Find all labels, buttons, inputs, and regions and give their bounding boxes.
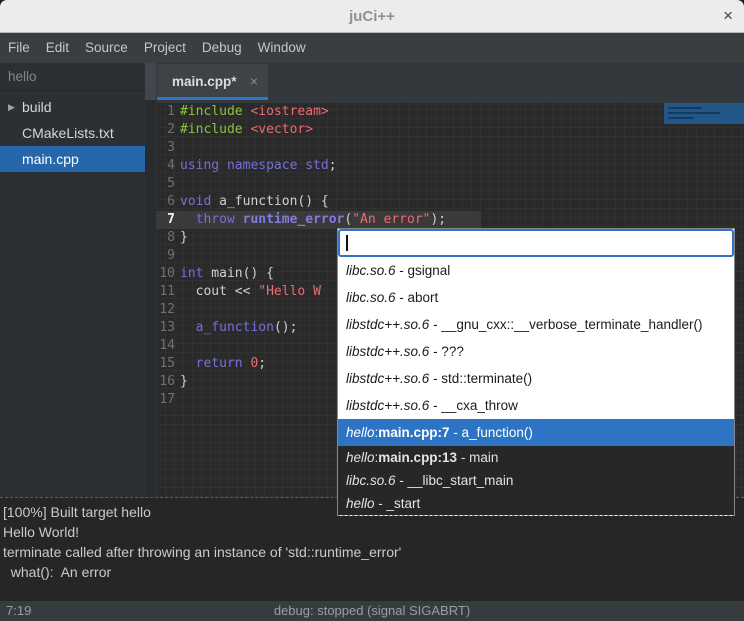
line-number: 3: [156, 139, 175, 157]
tab-main-cpp[interactable]: main.cpp* ×: [157, 64, 268, 100]
code-text: cout << "Hello W: [180, 283, 321, 301]
editor-line[interactable]: 6 void a_function() {: [156, 193, 744, 211]
backtrace-item[interactable]: libc.so.6 - gsignal: [338, 257, 734, 284]
sidebar-scrollbar[interactable]: [145, 63, 156, 497]
editor-line[interactable]: 2 #include <vector>: [156, 121, 744, 139]
code-text: int main() {: [180, 265, 274, 283]
line-number: 13: [156, 319, 175, 337]
output-line: what(): An error: [3, 562, 744, 582]
editor-line[interactable]: 1 #include <iostream>: [156, 103, 744, 121]
debug-status: debug: stopped (signal SIGABRT): [0, 601, 744, 621]
text-caret: [346, 235, 348, 251]
editor-line[interactable]: 7 throw runtime_error("An error");: [156, 211, 744, 229]
menu-item-edit[interactable]: Edit: [46, 33, 69, 63]
line-number: 6: [156, 193, 175, 211]
backtrace-item[interactable]: libc.so.6 - abort: [338, 284, 734, 311]
backtrace-search-input[interactable]: [338, 229, 734, 257]
juci-window: juCi++ × File Edit Source Project Debug Windo…: [0, 0, 744, 621]
backtrace-item[interactable]: hello:main.cpp:13 - main: [338, 446, 734, 469]
sidebar-item-cmakelists-txt[interactable]: CMakeLists.txt: [0, 120, 145, 146]
code-text: void a_function() {: [180, 193, 329, 211]
code-text: #include <iostream>: [180, 103, 329, 121]
line-number: 9: [156, 247, 175, 265]
code-text: #include <vector>: [180, 121, 313, 139]
titlebar[interactable]: juCi++ ×: [0, 0, 744, 33]
backtrace-item[interactable]: libstdc++.so.6 - std::terminate(): [338, 365, 734, 392]
code-text: }: [180, 229, 188, 247]
line-number: 11: [156, 283, 175, 301]
tree-item-label: build: [22, 99, 52, 115]
line-number: 7: [156, 211, 175, 229]
sidebar-scrollbar-thumb[interactable]: [145, 63, 156, 100]
tabbar: main.cpp* ×: [156, 63, 744, 103]
backtrace-item[interactable]: hello - _start: [338, 492, 734, 515]
expand-arrow-icon[interactable]: ▶: [8, 94, 15, 120]
code-text: throw runtime_error("An error");: [180, 211, 446, 229]
backtrace-popup: libc.so.6 - gsignallibc.so.6 - abortlibs…: [337, 228, 735, 516]
output-line: Hello World!: [3, 522, 744, 542]
sidebar-item-main-cpp[interactable]: main.cpp: [0, 146, 145, 172]
editor-line[interactable]: 5: [156, 175, 744, 193]
project-name-header: hello: [0, 63, 145, 91]
line-number: 17: [156, 391, 175, 409]
line-number: 14: [156, 337, 175, 355]
editor-line[interactable]: 4 using namespace std;: [156, 157, 744, 175]
backtrace-item[interactable]: libstdc++.so.6 - ???: [338, 338, 734, 365]
output-line: terminate called after throwing an insta…: [3, 542, 744, 562]
code-text: }: [180, 373, 188, 391]
backtrace-item[interactable]: libstdc++.so.6 - __gnu_cxx::__verbose_te…: [338, 311, 734, 338]
code-text: using namespace std;: [180, 157, 337, 175]
tree-item-label: main.cpp: [22, 151, 79, 167]
backtrace-item[interactable]: libc.so.6 - __libc_start_main: [338, 469, 734, 492]
menu-item-debug[interactable]: Debug: [202, 33, 242, 63]
window-close-icon[interactable]: ×: [723, 0, 733, 33]
line-number: 8: [156, 229, 175, 247]
editor-line[interactable]: 3: [156, 139, 744, 157]
code-text: return 0;: [180, 355, 266, 373]
file-tree-sidebar[interactable]: hello ▶ build CMakeLists.txt main.cpp: [0, 63, 145, 497]
line-number: 2: [156, 121, 175, 139]
backtrace-item[interactable]: libstdc++.so.6 - __cxa_throw: [338, 392, 734, 419]
tab-close-icon[interactable]: ×: [250, 64, 258, 100]
menu-item-project[interactable]: Project: [144, 33, 186, 63]
line-number: 1: [156, 103, 175, 121]
tab-label: main.cpp*: [172, 64, 237, 100]
statusbar: 7:19 debug: stopped (signal SIGABRT): [0, 601, 744, 621]
backtrace-item[interactable]: hello:main.cpp:7 - a_function(): [338, 419, 734, 446]
window-title: juCi++: [0, 0, 744, 33]
code-text: a_function();: [180, 319, 297, 337]
line-number: 16: [156, 373, 175, 391]
menu-item-file[interactable]: File: [8, 33, 30, 63]
line-number: 15: [156, 355, 175, 373]
line-number: 5: [156, 175, 175, 193]
backtrace-search-wrap: [338, 229, 734, 257]
line-number: 10: [156, 265, 175, 283]
menu-item-source[interactable]: Source: [85, 33, 128, 63]
line-number: 12: [156, 301, 175, 319]
line-number: 4: [156, 157, 175, 175]
tree-item-label: CMakeLists.txt: [22, 125, 114, 141]
menu-item-window[interactable]: Window: [258, 33, 306, 63]
sidebar-item-build[interactable]: ▶ build: [0, 94, 145, 120]
menubar: File Edit Source Project Debug Window: [0, 33, 744, 63]
